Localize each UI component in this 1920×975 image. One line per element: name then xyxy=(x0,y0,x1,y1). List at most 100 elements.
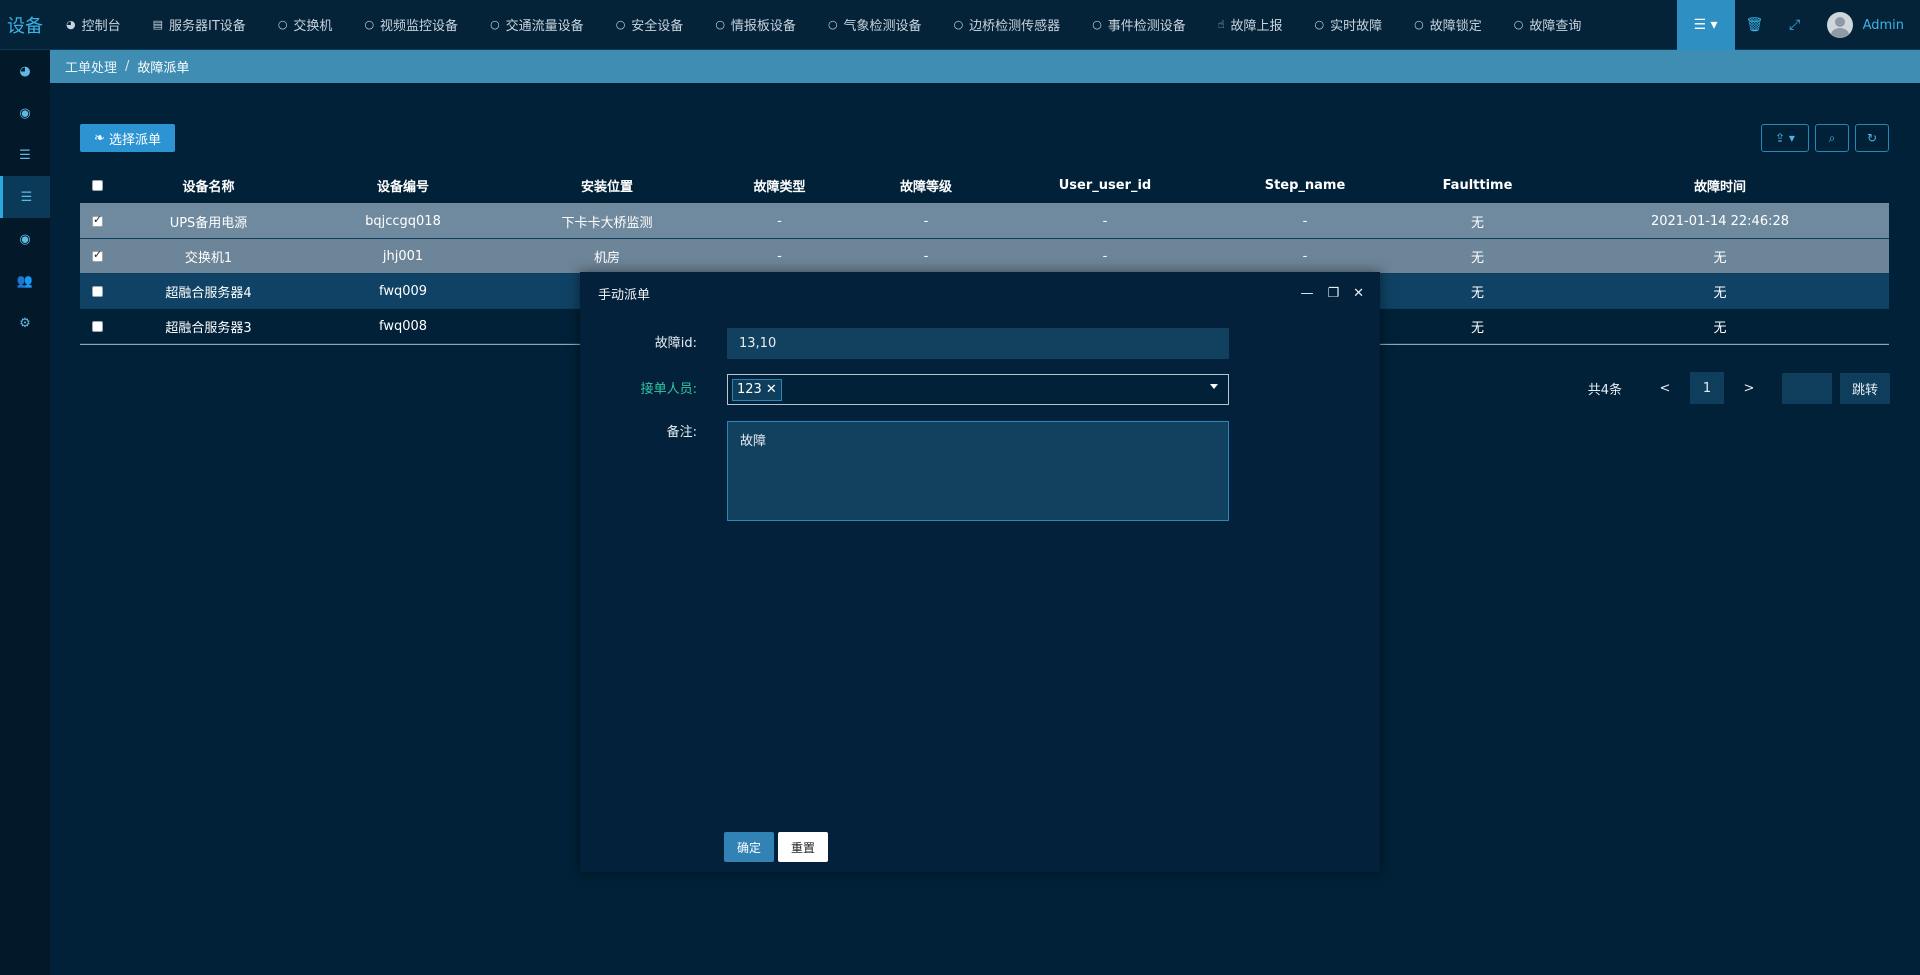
export-button[interactable]: ⇪ ▾ xyxy=(1761,124,1809,152)
header-step-name[interactable]: Step_name xyxy=(1206,168,1404,203)
tag-remove-icon[interactable]: ✕ xyxy=(766,382,777,397)
next-page-button[interactable]: > xyxy=(1732,372,1766,404)
select-all-checkbox[interactable] xyxy=(92,180,103,191)
nav-item-4[interactable]: ○ 交通流量设备 xyxy=(474,0,600,50)
jump-page-input[interactable] xyxy=(1782,372,1832,404)
fault-id-row: 故障id: 13,10 xyxy=(580,328,1380,359)
nav-item-9[interactable]: ○ 事件检测设备 xyxy=(1076,0,1202,50)
list-icon: ☰ xyxy=(19,147,31,163)
nav-item-3[interactable]: ○ 视频监控设备 xyxy=(348,0,474,50)
circle-icon: ○ xyxy=(277,18,288,31)
user-menu[interactable]: Admin xyxy=(1815,12,1920,38)
user-name: Admin xyxy=(1862,17,1904,33)
fault-id-field[interactable]: 13,10 xyxy=(727,328,1229,359)
assignee-select[interactable]: 123 ✕ xyxy=(727,374,1229,405)
sidebar-item-settings[interactable]: ⚙ xyxy=(0,302,50,344)
top-right-tools: ☰ ▾ 🗑 ⤢ Admin xyxy=(1676,0,1920,50)
jump-button[interactable]: 跳转 xyxy=(1840,372,1890,404)
header-fault-level[interactable]: 故障等级 xyxy=(848,168,1004,203)
nav-item-10[interactable]: ☝ 故障上报 xyxy=(1202,0,1299,50)
header-device-name[interactable]: 设备名称 xyxy=(114,168,303,203)
nav-item-label: 交通流量设备 xyxy=(505,19,584,34)
nav-item-6[interactable]: ○ 情报板设备 xyxy=(699,0,812,50)
table-cell: - xyxy=(1102,248,1108,264)
sidebar-item-users[interactable]: 👥 xyxy=(0,260,50,302)
trash-button[interactable]: 🗑 xyxy=(1735,0,1775,50)
nav-item-5[interactable]: ○ 安全设备 xyxy=(600,0,700,50)
table-cell: 无 xyxy=(1470,285,1484,301)
close-icon[interactable]: ✕ xyxy=(1353,286,1364,301)
breadcrumb-parent[interactable]: 工单处理 xyxy=(65,57,117,76)
nav-item-0[interactable]: ◕ 控制台 xyxy=(50,0,137,50)
modal-controls: — ❐ ✕ xyxy=(1300,272,1364,314)
nav-item-11[interactable]: ○ 实时故障 xyxy=(1299,0,1399,50)
table-cell: fwq008 xyxy=(378,318,428,334)
refresh-button[interactable]: ↻ xyxy=(1855,124,1889,152)
left-sidebar: ◕ ◉ ☰ ☰ ◉ 👥 ⚙ xyxy=(0,50,50,975)
row-checkbox[interactable] xyxy=(92,285,103,297)
table-row[interactable]: 交换机1 jhj001 机房 - - - - 无 无 xyxy=(80,239,1889,274)
table-cell: 下卡卡大桥监测 xyxy=(561,215,653,231)
sidebar-item-dashboard[interactable]: ◕ xyxy=(0,50,50,92)
brand-logo[interactable]: 设备 xyxy=(0,0,50,50)
table-cell: 机房 xyxy=(593,250,620,266)
sidebar-item-view[interactable]: ◉ xyxy=(0,92,50,134)
circle-icon: ○ xyxy=(615,18,626,31)
eye-icon: ◉ xyxy=(19,105,31,121)
search-button[interactable]: ⌕ xyxy=(1815,124,1849,152)
circle-icon: ○ xyxy=(490,18,500,31)
list-icon: ☰ ▾ xyxy=(1693,17,1718,33)
sidebar-item-list[interactable]: ☰ xyxy=(0,134,50,176)
pagination-total: 共4条 xyxy=(1587,382,1622,398)
header-user-id[interactable]: User_user_id xyxy=(1004,168,1206,203)
confirm-button[interactable]: 确定 xyxy=(724,832,774,862)
select-dispatch-button[interactable]: ❧ 选择派单 xyxy=(80,124,175,152)
row-checkbox[interactable] xyxy=(92,320,103,332)
fullscreen-button[interactable]: ⤢ xyxy=(1775,0,1815,50)
row-select-cell xyxy=(80,204,114,238)
nav-item-13[interactable]: ○ 故障查询 xyxy=(1498,0,1598,50)
table-cell: - xyxy=(777,213,782,229)
search-icon: ⌕ xyxy=(1828,130,1836,145)
top-nav: ◕ 控制台 ▤ 服务器IT设备 ○ 交换机 ○ 视频监控设备 ○ 交通流量设备 ○ 安全设备 ○ 情报板设… xyxy=(50,0,1597,50)
sidebar-item-view-2[interactable]: ◉ xyxy=(0,218,50,260)
nav-item-label: 事件检测设备 xyxy=(1107,19,1186,34)
nav-item-1[interactable]: ▤ 服务器IT设备 xyxy=(137,0,262,50)
nav-item-7[interactable]: ○ 气象检测设备 xyxy=(812,0,938,50)
table-cell: 无 xyxy=(1713,250,1727,266)
maximize-icon[interactable]: ❐ xyxy=(1327,286,1339,301)
expand-icon: ⤢ xyxy=(1788,17,1801,33)
fault-id-label: 故障id: xyxy=(654,336,697,351)
assignee-tag-label: 123 xyxy=(737,382,762,397)
menu-toggle-button[interactable]: ☰ ▾ xyxy=(1676,0,1735,50)
pagination: 共4条 < 1 > 跳转 xyxy=(1588,372,1890,404)
table-cell: 交换机1 xyxy=(184,250,233,266)
nav-item-8[interactable]: ○ 边桥检测传感器 xyxy=(938,0,1077,50)
row-checkbox[interactable] xyxy=(92,213,103,227)
header-faulttime[interactable]: Faulttime xyxy=(1404,168,1551,203)
remark-row: 备注: 故障 xyxy=(580,421,1380,521)
nav-item-12[interactable]: ○ 故障锁定 xyxy=(1398,0,1498,50)
sidebar-item-list-active[interactable]: ☰ xyxy=(0,176,50,218)
table-cell: 超融合服务器4 xyxy=(165,285,252,301)
reset-button[interactable]: 重置 xyxy=(778,832,828,862)
remark-textarea[interactable]: 故障 xyxy=(727,421,1229,521)
minimize-icon[interactable]: — xyxy=(1300,286,1313,301)
current-page[interactable]: 1 xyxy=(1690,372,1724,404)
row-select-cell xyxy=(80,274,114,308)
row-select-cell xyxy=(80,239,114,273)
row-checkbox[interactable] xyxy=(92,248,103,262)
table-row[interactable]: UPS备用电源 bqjccgq018 下卡卡大桥监测 - - - - 无 2021-01-14 … xyxy=(80,204,1889,239)
header-fault-type[interactable]: 故障类型 xyxy=(711,168,848,203)
header-location[interactable]: 安装位置 xyxy=(503,168,711,203)
chevron-down-icon[interactable] xyxy=(1210,384,1218,389)
prev-page-button[interactable]: < xyxy=(1648,372,1682,404)
header-device-code[interactable]: 设备编号 xyxy=(303,168,503,203)
nav-item-label: 故障查询 xyxy=(1529,19,1582,34)
dashboard-icon: ◕ xyxy=(66,18,76,31)
nav-item-label: 交换机 xyxy=(293,19,333,34)
breadcrumb-separator: / xyxy=(125,59,130,74)
table-cell: 无 xyxy=(1470,250,1484,266)
nav-item-2[interactable]: ○ 交换机 xyxy=(262,0,349,50)
header-fault-time[interactable]: 故障时间 xyxy=(1551,168,1889,203)
